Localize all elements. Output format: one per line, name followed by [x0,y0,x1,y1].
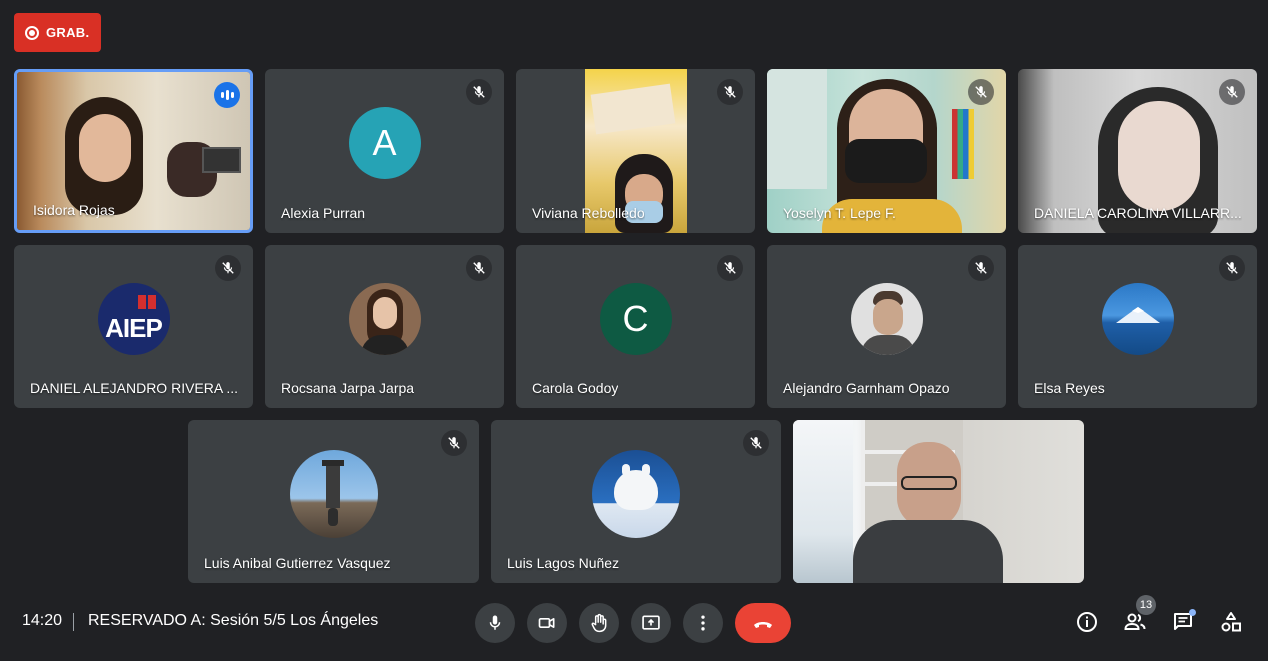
microphone-icon [489,615,501,630]
participant-name: Luis Lagos Nuñez [507,555,620,571]
avatar [289,449,378,538]
participant-tile-yoselyn[interactable]: Yoselyn T. Lepe F. [767,69,1006,233]
avatar: C [599,282,672,355]
participant-name: DANIEL ALEJANDRO RIVERA ... [30,380,238,396]
mic-off-icon [968,79,994,105]
participant-tile-daniel[interactable]: AIEP DANIEL ALEJANDRO RIVERA ... [14,245,253,408]
control-bar: 14:20 RESERVADO A: Sesión 5/5 Los Ángele… [0,595,1268,649]
mic-off-icon [441,430,467,456]
recording-indicator[interactable]: GRAB. [14,13,101,52]
participant-tile-carola[interactable]: C Carola Godoy [516,245,755,408]
participant-name: Luis Anibal Gutierrez Vasquez [204,555,391,571]
present-screen-icon [642,615,660,630]
participant-name: Isidora Rojas [33,202,115,218]
video-camera-icon [538,618,555,628]
camera-button[interactable] [527,603,567,643]
present-screen-button[interactable] [631,603,671,643]
speaking-indicator-icon [214,82,240,108]
leave-call-button[interactable] [735,603,791,643]
participant-video [793,420,1084,583]
mic-off-icon [968,255,994,281]
hand-icon [591,613,607,633]
avatar [1101,282,1174,355]
microphone-button[interactable] [475,603,515,643]
participant-name: Alexia Purran [281,205,366,221]
participant-tile-luis-anibal[interactable]: Luis Anibal Gutierrez Vasquez [188,420,479,583]
participant-name: Elsa Reyes [1034,380,1105,396]
info-icon [1077,612,1097,632]
chat-notification-dot [1189,609,1196,616]
avatar [348,282,421,355]
avatar: AIEP [97,282,170,355]
more-vert-icon [701,615,705,631]
participant-tile-rocsana[interactable]: Rocsana Jarpa Jarpa [265,245,504,408]
mic-off-icon [1219,79,1245,105]
mic-off-icon [466,79,492,105]
shapes-icon [1221,612,1241,632]
mic-off-icon [743,430,769,456]
participant-name: Alejandro Garnham Opazo [783,380,950,396]
participant-tile-alexia[interactable]: A Alexia Purran [265,69,504,233]
hang-up-icon [754,622,772,628]
participant-name: DANIELA CAROLINA VILLARR... [1034,205,1242,221]
avatar: A [348,107,421,179]
recording-label: GRAB. [46,25,90,40]
participant-name: Viviana Rebolledo [532,205,645,221]
meeting-details-button[interactable] [1072,607,1102,637]
avatar [592,449,680,538]
participant-tile-luis-lagos[interactable]: Luis Lagos Nuñez [491,420,781,583]
mic-off-icon [215,255,241,281]
divider [73,613,74,631]
mic-off-icon [1219,255,1245,281]
participant-tile-daniela[interactable]: DANIELA CAROLINA VILLARR... [1018,69,1257,233]
participant-name: Rocsana Jarpa Jarpa [281,380,415,396]
mic-off-icon [717,255,743,281]
participant-tile-viviana[interactable]: Viviana Rebolledo [516,69,755,233]
more-options-button[interactable] [683,603,723,643]
meeting-title: RESERVADO A: Sesión 5/5 Los Ángeles [88,612,379,629]
participant-tile-alejandro[interactable]: Alejandro Garnham Opazo [767,245,1006,408]
participant-tile-isidora[interactable]: Isidora Rojas [14,69,253,233]
participant-tile-elsa[interactable]: Elsa Reyes [1018,245,1257,408]
aiep-logo-text: AIEP [105,313,163,343]
activities-button[interactable] [1216,607,1246,637]
record-icon [25,25,39,40]
participant-name: Carola Godoy [532,380,619,396]
raise-hand-button[interactable] [579,603,619,643]
participant-tile-video-man[interactable] [793,420,1084,583]
mic-off-icon [466,255,492,281]
meeting-clock: 14:20 [22,612,63,629]
mic-off-icon [717,79,743,105]
avatar [850,282,923,355]
participant-name: Yoselyn T. Lepe F. [783,205,896,221]
participant-count-badge: 13 [1136,595,1156,615]
